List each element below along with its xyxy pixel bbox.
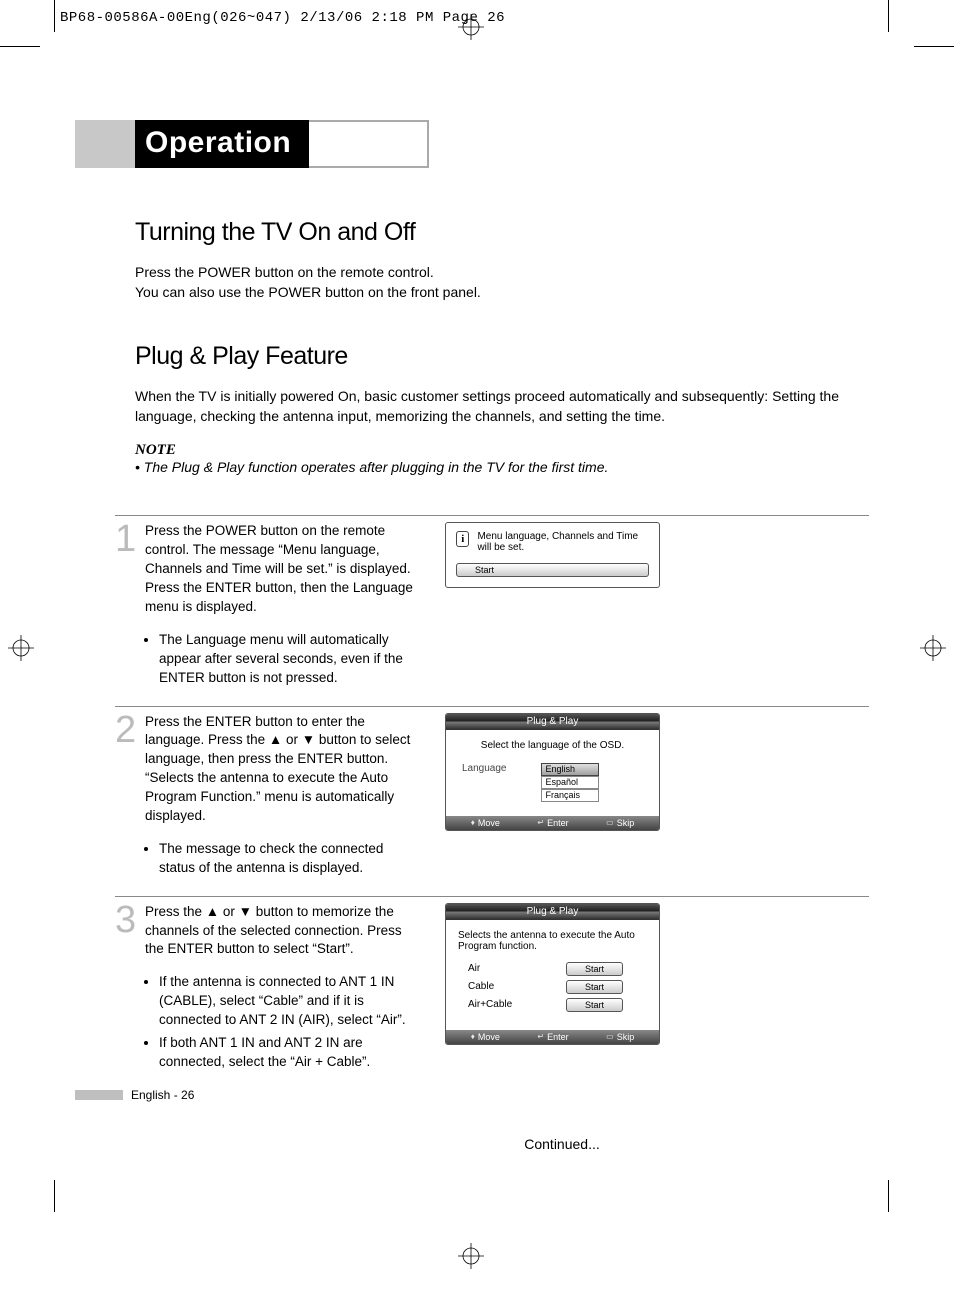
continued-text: Continued...	[255, 1136, 869, 1152]
heading-plug-play: Plug & Play Feature	[135, 342, 869, 371]
language-option-francais[interactable]: Français	[541, 789, 599, 802]
footer-text: English - 26	[131, 1088, 194, 1102]
step-number: 2	[115, 713, 145, 882]
osd-antenna-dialog: Plug & Play Selects the antenna to execu…	[445, 903, 660, 1045]
osd-footer: ♦Move ↵Enter ▭Skip	[446, 816, 659, 830]
osd-prompt: Selects the antenna to execute the Auto …	[458, 930, 647, 952]
section-banner: Operation	[75, 120, 889, 168]
osd-prompt: Select the language of the OSD.	[458, 740, 647, 751]
step-text: Press the ▲ or ▼ button to memorize the …	[145, 903, 415, 960]
step-2: 2 Press the ENTER button to enter the la…	[115, 706, 869, 882]
osd-footer: ♦Move ↵Enter ▭Skip	[446, 1030, 659, 1044]
osd-title: Plug & Play	[446, 904, 659, 920]
step-bullet: The message to check the connected statu…	[159, 840, 415, 878]
language-option-espanol[interactable]: Español	[541, 776, 599, 789]
skip-icon: ▭	[606, 818, 614, 827]
step-3: 3 Press the ▲ or ▼ button to memorize th…	[115, 896, 869, 1076]
osd-start-button[interactable]: Start	[456, 563, 649, 577]
note-text: • The Plug & Play function operates afte…	[135, 459, 869, 475]
step-text: Press the ENTER button to enter the lang…	[145, 713, 415, 826]
language-option-english[interactable]: English	[541, 763, 599, 776]
start-button-cable[interactable]: Start	[566, 980, 623, 994]
enter-icon: ↵	[537, 1032, 544, 1041]
updown-icon: ♦	[471, 1032, 475, 1041]
osd-language-dialog: Plug & Play Select the language of the O…	[445, 713, 660, 831]
step-number: 1	[115, 522, 145, 691]
osd-initial-dialog: i Menu language, Channels and Time will …	[445, 522, 660, 588]
skip-icon: ▭	[606, 1032, 614, 1041]
section-title: Operation	[135, 120, 309, 168]
start-button-air[interactable]: Start	[566, 962, 623, 976]
osd-title: Plug & Play	[446, 714, 659, 730]
step-bullet: If the antenna is connected to ANT 1 IN …	[159, 973, 415, 1030]
heading-turning-on-off: Turning the TV On and Off	[135, 218, 869, 247]
osd-message: Menu language, Channels and Time will be…	[477, 531, 649, 553]
step-1: 1 Press the POWER button on the remote c…	[115, 515, 869, 691]
antenna-row-aircable: Air+Cable Start	[458, 998, 647, 1012]
updown-icon: ♦	[471, 818, 475, 827]
para-plug-play: When the TV is initially powered On, bas…	[135, 387, 869, 426]
step-number: 3	[115, 903, 145, 1076]
antenna-row-cable: Cable Start	[458, 980, 647, 994]
info-icon: i	[456, 531, 469, 547]
step-bullet: The Language menu will automatically app…	[159, 631, 415, 688]
page-footer: English - 26	[75, 1088, 194, 1102]
antenna-row-air: Air Start	[458, 962, 647, 976]
step-text: Press the POWER button on the remote con…	[145, 522, 415, 616]
para-turning-on-off: Press the POWER button on the remote con…	[135, 263, 869, 302]
note-label: NOTE	[135, 442, 869, 459]
enter-icon: ↵	[537, 818, 544, 827]
start-button-aircable[interactable]: Start	[566, 998, 623, 1012]
language-label: Language	[462, 763, 507, 774]
step-bullet: If both ANT 1 IN and ANT 2 IN are connec…	[159, 1034, 415, 1072]
